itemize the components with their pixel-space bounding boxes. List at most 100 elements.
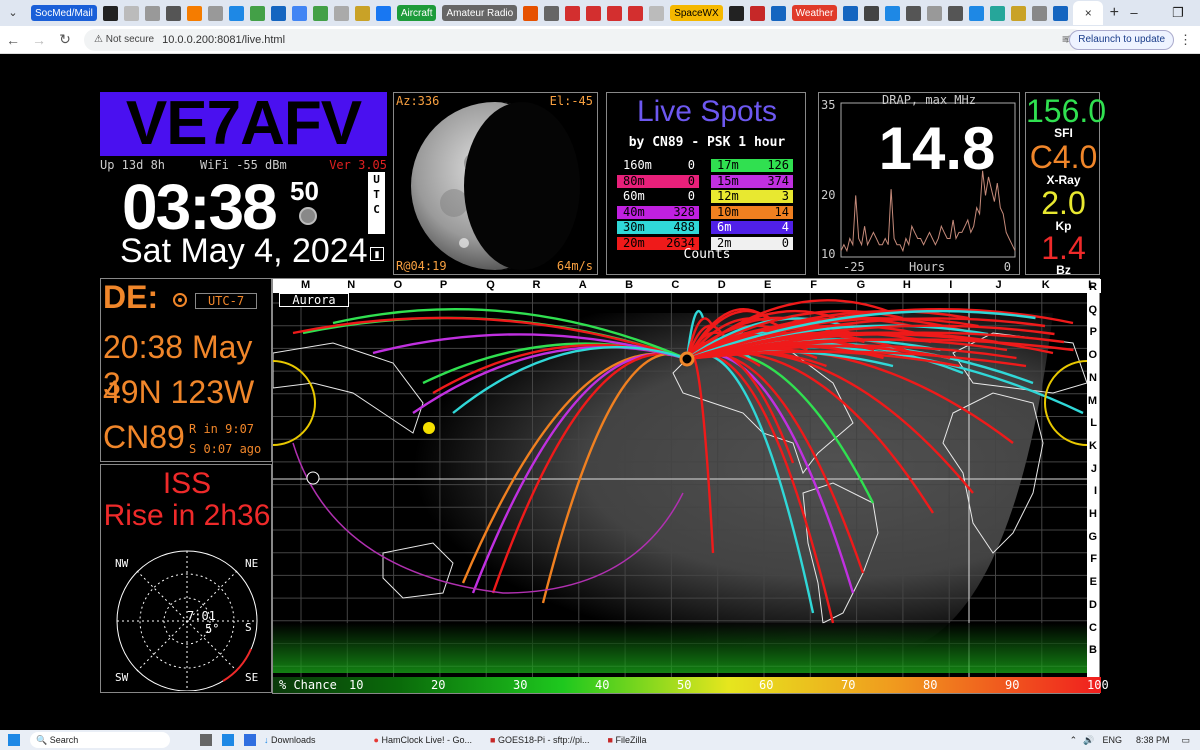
lock-icon[interactable]: ▮	[370, 247, 384, 261]
world-map[interactable]: MNOPQRABCDEFGHIJKL RQPONMLKJIHGFEDCB Aur…	[272, 278, 1109, 694]
tab-search-icon[interactable]: ⌄	[4, 4, 22, 22]
bookmark-amateur-radio[interactable]: Amateur Radio	[442, 5, 518, 21]
forward-icon[interactable]: →	[26, 32, 52, 48]
de-marker-icon[interactable]	[679, 351, 695, 367]
volume-icon[interactable]: 🔊	[1083, 735, 1094, 746]
minimize-icon[interactable]: –	[1112, 0, 1156, 26]
band-40m[interactable]: 40m 328	[617, 204, 699, 219]
task-view-icon[interactable]	[200, 734, 212, 746]
de-timezone[interactable]: UTC-7	[195, 293, 257, 309]
bookmark-icon[interactable]	[885, 5, 901, 21]
band-label: 40m	[623, 204, 645, 219]
bookmark-icon[interactable]	[207, 5, 223, 21]
map-canvas[interactable]	[273, 293, 1087, 679]
docs-icon[interactable]	[270, 5, 286, 21]
bookmark-icon[interactable]	[165, 5, 181, 21]
bookmark-icon[interactable]	[864, 5, 880, 21]
bookmark-icon[interactable]	[628, 5, 644, 21]
windows-start-icon[interactable]	[8, 734, 20, 746]
bookmark-icon[interactable]	[649, 5, 665, 21]
taskbar-app-filezilla[interactable]: ■ FileZilla	[608, 735, 647, 745]
blogger-icon[interactable]	[186, 5, 202, 21]
aurora-toggle[interactable]: Aurora	[279, 293, 349, 307]
edge-icon[interactable]	[222, 734, 234, 746]
bookmark-aircraft[interactable]: Aircraft	[396, 5, 437, 21]
relaunch-button[interactable]: Relaunch to update	[1069, 30, 1174, 50]
bookmark-icon[interactable]	[1053, 5, 1069, 21]
drap-chart: DRAP, max MHz 35 20 10 -25 Hours 0 14.8	[821, 93, 1016, 274]
counts-label[interactable]: Counts	[607, 247, 807, 262]
moon-pane[interactable]: Az:336 El:-45 R@04:19 64m/s	[393, 92, 598, 275]
band-15m[interactable]: 15m 374	[711, 174, 793, 188]
reading-list-icon[interactable]: ≡	[1062, 32, 1069, 46]
not-secure-label[interactable]: ⚠ Not secure	[94, 34, 154, 45]
x-icon[interactable]	[102, 5, 118, 21]
bookmark-icon[interactable]	[948, 5, 964, 21]
bookmark-icon[interactable]	[523, 5, 539, 21]
band-6m[interactable]: 6m 4	[711, 221, 793, 234]
band-count: 3	[781, 189, 789, 203]
bookmark-icon[interactable]	[1011, 5, 1027, 21]
band-30m[interactable]: 30m 488	[617, 221, 699, 234]
sfi-value: 156.0	[1026, 93, 1107, 129]
taskbar-search[interactable]: 🔍 Search	[30, 732, 170, 748]
noaa-icon[interactable]	[770, 5, 786, 21]
callsign[interactable]: VE7AFV	[100, 92, 387, 156]
stopwatch-icon[interactable]	[299, 207, 317, 225]
taskbar-app-downloads[interactable]: ↓ Downloads	[264, 735, 316, 745]
bookmark-icon[interactable]	[228, 5, 244, 21]
de-location-icon[interactable]	[173, 293, 187, 307]
bookmark-icon[interactable]	[544, 5, 560, 21]
band-17m[interactable]: 17m 126	[711, 159, 793, 172]
drive-icon[interactable]	[249, 5, 265, 21]
close-tab-icon[interactable]: ×	[1085, 6, 1092, 20]
band-10m[interactable]: 10m 14	[711, 205, 793, 219]
reload-icon[interactable]: ↻	[52, 31, 78, 48]
bookmark-icon[interactable]	[565, 5, 581, 21]
drap-pane[interactable]: DRAP, max MHz 35 20 10 -25 Hours 0 14.8	[818, 92, 1020, 275]
tray-chevron-icon[interactable]: ⌃	[1070, 735, 1078, 746]
store-icon[interactable]	[244, 734, 256, 746]
url-input[interactable]: ⚠ Not secure 10.0.0.200:8081/live.html ☆	[84, 28, 1084, 51]
band-12m[interactable]: 12m 3	[711, 190, 793, 203]
bookmark-icon[interactable]	[123, 5, 139, 21]
menu-icon[interactable]: ⋮	[1179, 32, 1192, 48]
bookmark-icon[interactable]	[843, 5, 859, 21]
bookmark-icon[interactable]	[144, 5, 160, 21]
bookmark-icon[interactable]	[312, 5, 328, 21]
bookmark-icon[interactable]	[1032, 5, 1048, 21]
bookmark-icon[interactable]	[333, 5, 349, 21]
space-weather-pane[interactable]: 156.0 SFI C4.0 X-Ray 2.0 Kp 1.4 Bz	[1025, 92, 1107, 277]
iss-pane[interactable]: ISS Rise in 2h36 NW NE SW SE S 7:01 5°	[100, 464, 272, 693]
taskbar-app-goes18[interactable]: ■ GOES18-Pi - sftp://pi...	[490, 735, 589, 745]
facebook-icon[interactable]	[375, 5, 391, 21]
bookmark-spacewx[interactable]: SpaceWX	[670, 5, 723, 21]
de-pane[interactable]: DE: UTC-7 20:38 May 3 49N 123W CN89 R in…	[100, 278, 272, 462]
system-clock[interactable]: 8:38 PM	[1136, 735, 1170, 745]
bookmark-socmed[interactable]: SocMed/Mail	[31, 5, 97, 21]
bookmark-icon[interactable]	[354, 5, 370, 21]
live-spots-pane[interactable]: Live Spots by CN89 - PSK 1 hour 160m 0 80m…	[606, 92, 806, 275]
bookmark-icon[interactable]	[969, 5, 985, 21]
docs-icon[interactable]	[291, 5, 307, 21]
taskbar-app-hamclock[interactable]: ● HamClock Live! - Go...	[374, 735, 472, 745]
grid-right-K: K	[1089, 439, 1097, 452]
version[interactable]: Ver 3.05	[329, 158, 387, 172]
bookmark-icon[interactable]	[586, 5, 602, 21]
bookmark-icon[interactable]	[927, 5, 943, 21]
bookmark-icon[interactable]	[607, 5, 623, 21]
back-icon[interactable]: ←	[0, 32, 26, 48]
band-160m[interactable]: 160m 0	[617, 159, 699, 172]
band-60m[interactable]: 60m 0	[617, 190, 699, 203]
x-icon[interactable]	[728, 5, 744, 21]
bookmark-weather[interactable]: Weather	[791, 5, 838, 21]
bookmark-icon[interactable]	[749, 5, 765, 21]
band-80m[interactable]: 80m 0	[617, 174, 699, 188]
notifications-icon[interactable]: ▭	[1181, 735, 1190, 746]
active-tab[interactable]: ×	[1073, 1, 1104, 25]
bookmark-icon[interactable]	[990, 5, 1006, 21]
utc-badge[interactable]: UTC	[368, 172, 385, 234]
restore-icon[interactable]: ❐	[1156, 0, 1200, 26]
language-indicator[interactable]: ENG	[1102, 735, 1122, 745]
bookmark-icon[interactable]	[906, 5, 922, 21]
